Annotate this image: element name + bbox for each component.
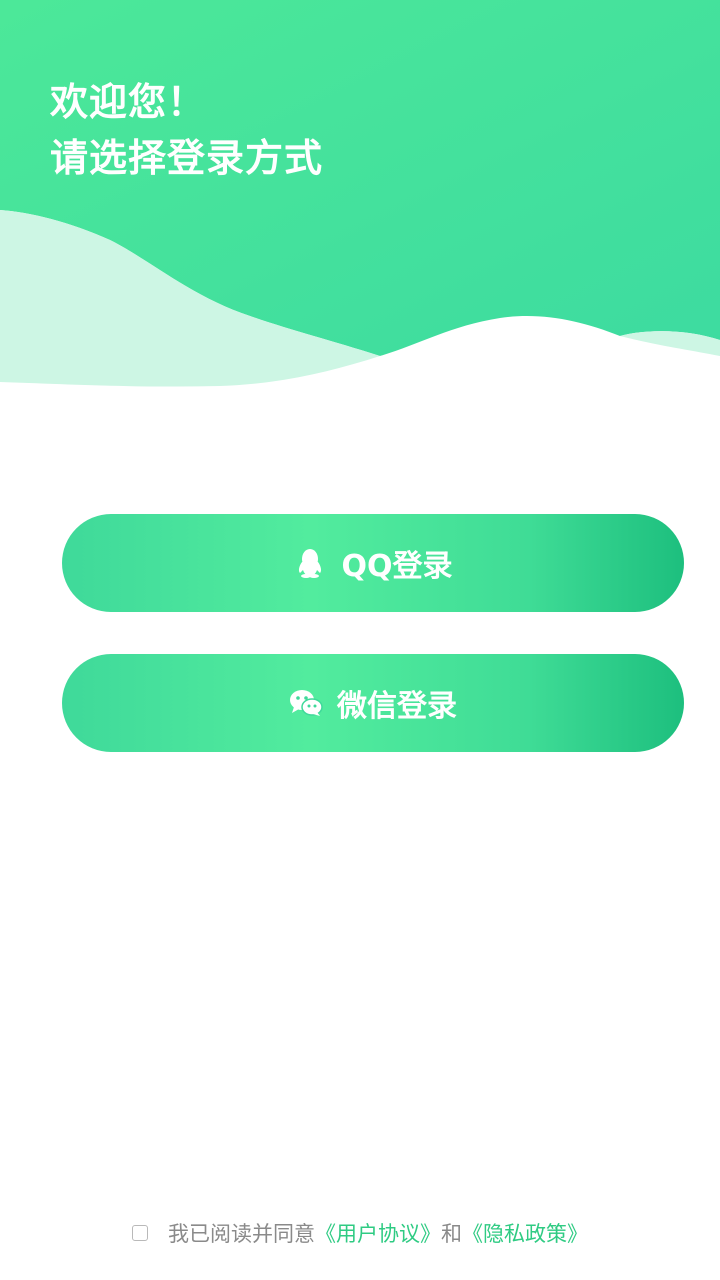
wechat-login-button[interactable]: 微信登录 <box>62 654 684 752</box>
qq-login-button[interactable]: QQ登录 <box>62 514 684 612</box>
wechat-login-label: 微信登录 <box>337 689 457 724</box>
greeting-instruction: 请选择登录方式 <box>50 136 324 180</box>
agreement-prefix: 我已阅读并同意 <box>168 1222 315 1246</box>
qq-penguin-icon <box>293 546 327 580</box>
wechat-icon <box>289 686 323 720</box>
privacy-policy-link[interactable]: 《隐私政策》 <box>462 1218 588 1248</box>
header-wave-background <box>0 0 720 400</box>
greeting-welcome: 欢迎您！ <box>50 80 207 124</box>
greeting: 欢迎您！ 请选择登录方式 <box>50 74 323 186</box>
login-screen: 欢迎您！ 请选择登录方式 QQ登录 微信登录 我已阅读并同意 《用户协议》 和 … <box>0 0 720 1280</box>
user-agreement-link[interactable]: 《用户协议》 <box>315 1218 441 1248</box>
agreement-checkbox[interactable] <box>132 1225 148 1241</box>
qq-login-label: QQ登录 <box>341 549 453 584</box>
agreement-row: 我已阅读并同意 《用户协议》 和 《隐私政策》 <box>0 1216 720 1250</box>
agreement-connector: 和 <box>441 1222 462 1246</box>
